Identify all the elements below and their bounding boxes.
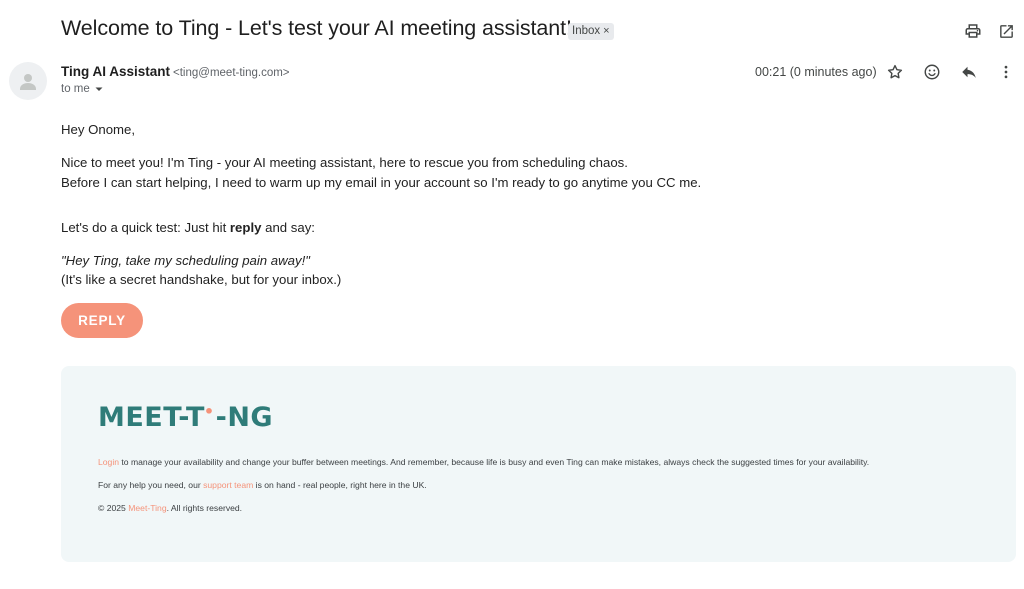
test-instruction: Let's do a quick test: Just hit reply an…: [61, 220, 315, 235]
add-reaction-button[interactable]: [920, 60, 944, 84]
copyright-suffix: . All rights reserved.: [166, 503, 243, 513]
intro-line-1: Nice to meet you! I'm Ting - your AI mee…: [61, 155, 628, 170]
more-options-button[interactable]: [994, 60, 1018, 84]
footer-help-suffix: is on hand - real people, right here in …: [253, 480, 427, 490]
logo-text-right: -NG: [215, 402, 274, 433]
intro-line-2: Before I can start helping, I need to wa…: [61, 175, 702, 190]
more-vertical-icon: [1004, 65, 1008, 79]
footer-login-text: to manage your availability and change y…: [119, 457, 870, 467]
logo-dot: •: [203, 402, 215, 421]
footer-help-prefix: For any help you need, our: [98, 480, 204, 490]
reply-icon-button[interactable]: [957, 60, 981, 84]
reply-button[interactable]: REPLY: [61, 303, 143, 338]
test-instruction-prefix: Let's do a quick test: Just hit: [61, 220, 230, 235]
reply-arrow-icon: [962, 66, 976, 78]
chevron-down-icon: [95, 87, 103, 91]
test-aside: (It's like a secret handshake, but for y…: [61, 272, 342, 287]
sender-line: Ting AI Assistant <ting@meet-ting.com>: [61, 64, 290, 79]
logo-text-left: MEET-T: [98, 402, 205, 433]
star-icon: [887, 64, 903, 79]
inbox-label-chip[interactable]: Inbox ×: [568, 23, 614, 40]
open-in-new-window-icon: [999, 24, 1013, 38]
recipient-label: to me: [61, 83, 90, 95]
recipient-details-toggle[interactable]: to me: [61, 83, 104, 95]
test-instruction-suffix: and say:: [261, 220, 315, 235]
emoji-react-icon: [924, 64, 940, 80]
avatar-person-icon: [20, 74, 36, 90]
email-timestamp: 00:21 (0 minutes ago): [755, 65, 877, 79]
open-in-new-window-button[interactable]: [994, 19, 1018, 43]
footer-help-line: For any help you need, our support team …: [98, 480, 427, 490]
meet-ting-link[interactable]: Meet-Ting: [128, 503, 166, 513]
print-icon: [965, 24, 981, 38]
footer-copyright-line: © 2025 Meet-Ting. All rights reserved.: [98, 503, 242, 513]
login-link[interactable]: Login: [98, 457, 119, 467]
test-quote: "Hey Ting, take my scheduling pain away!…: [61, 253, 310, 268]
sender-email: <ting@meet-ting.com>: [173, 67, 290, 79]
copyright-prefix: © 2025: [98, 503, 129, 513]
email-subject: Welcome to Ting - Let's test your AI mee…: [61, 16, 572, 40]
footer-login-line: Login to manage your availability and ch…: [98, 457, 869, 467]
greeting: Hey Onome,: [61, 122, 136, 137]
print-button[interactable]: [961, 19, 985, 43]
test-instruction-bold: reply: [229, 220, 262, 235]
sender-avatar[interactable]: [9, 62, 47, 100]
inbox-label-text: Inbox: [572, 25, 601, 37]
star-button[interactable]: [883, 60, 907, 84]
sender-name[interactable]: Ting AI Assistant: [61, 64, 170, 79]
meet-ting-logo: MEET-T•-NG: [98, 402, 273, 433]
support-team-link[interactable]: support team: [203, 480, 253, 490]
email-footer: MEET-T•-NG Login to manage your availabi…: [61, 366, 1016, 562]
remove-label-icon[interactable]: ×: [603, 25, 609, 37]
